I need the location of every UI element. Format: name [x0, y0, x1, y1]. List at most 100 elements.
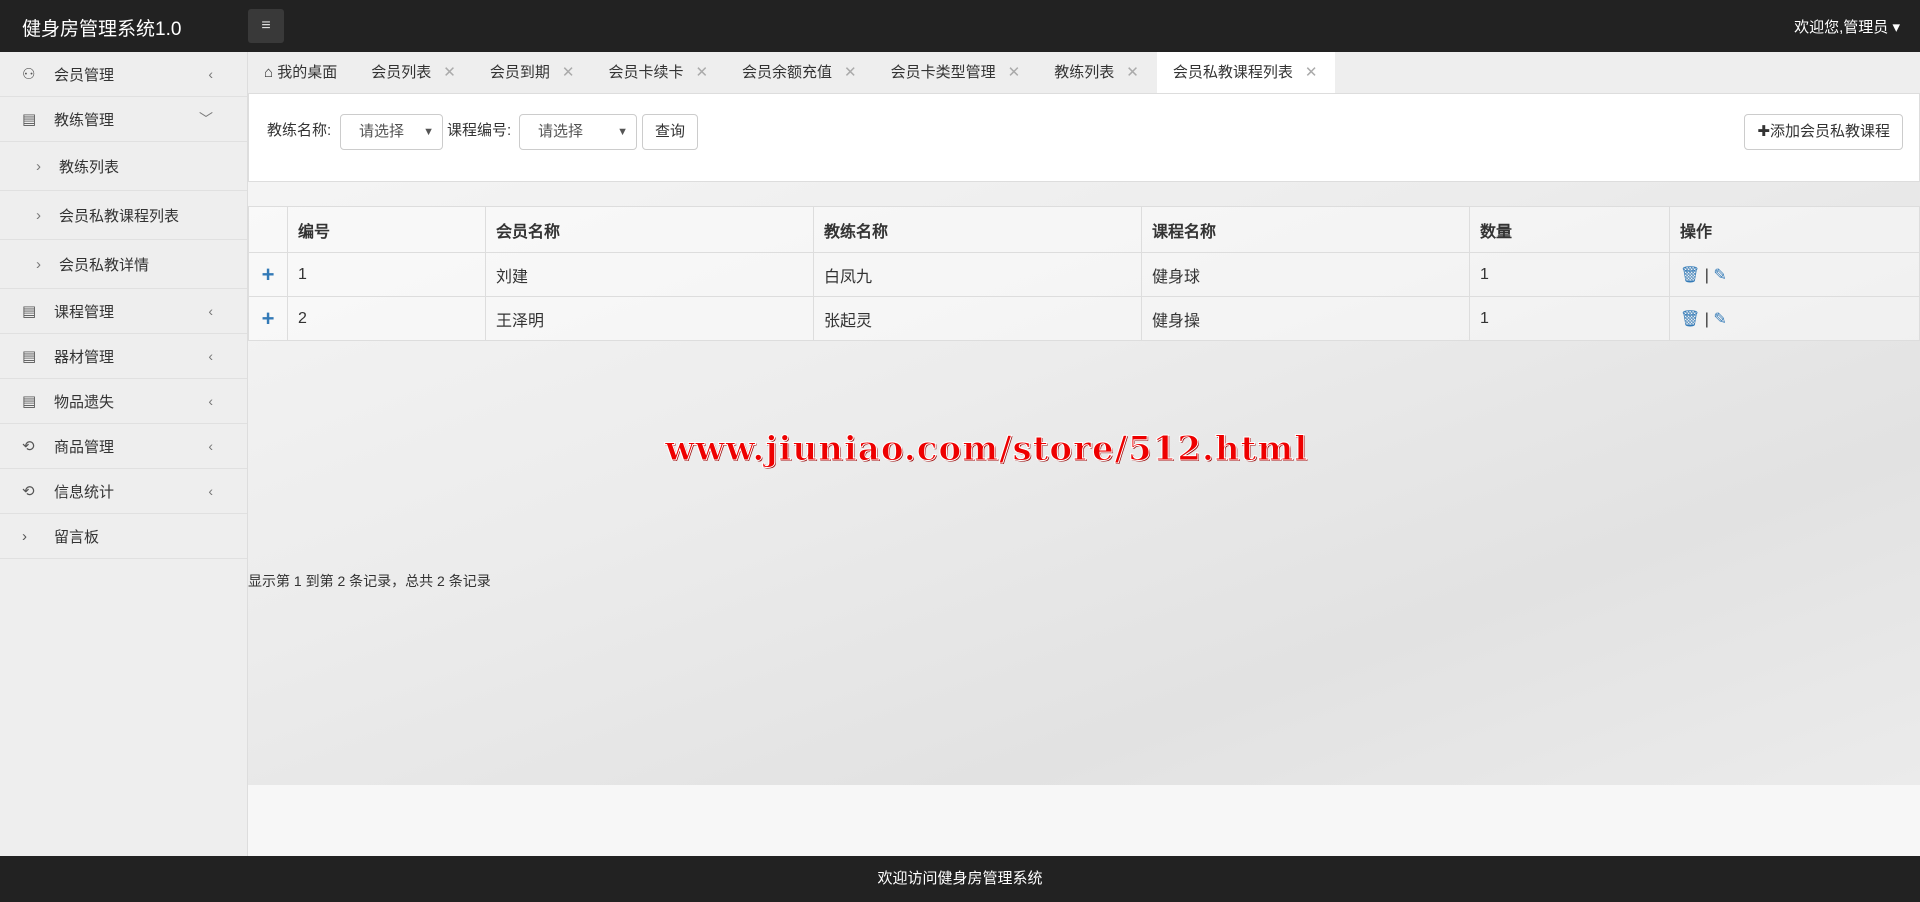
coach-name-select[interactable]: 请选择 ▼ — [340, 114, 443, 150]
chevron-down-icon: ﹀ — [199, 111, 213, 127]
course-number-select[interactable]: 请选择 ▼ — [519, 114, 637, 150]
chevron-left-icon: ‹ — [208, 66, 213, 82]
background-panel — [248, 785, 1920, 856]
plus-icon: ✚ — [1757, 123, 1770, 140]
chevron-left-icon: ‹ — [208, 438, 213, 454]
document-icon: ▤ — [22, 303, 37, 320]
main-content: 教练名称: 请选择 ▼ 课程编号: 请选择 ▼ 查询 ✚添加会员私教课程 编号 会员… — [248, 93, 1920, 856]
pagination-info: 显示第 1 到第 2 条记录，总共 2 条记录 — [248, 573, 491, 589]
chevron-down-icon: ▼ — [423, 126, 434, 138]
cycle-icon: ⟲ — [22, 438, 35, 455]
column-header[interactable]: 教练名称 — [813, 206, 1142, 253]
edit-pencil-icon[interactable]: ✎ — [1713, 267, 1726, 284]
select-value: 请选择 — [359, 123, 405, 140]
tab-label: 会员卡续卡 — [608, 64, 684, 81]
cell-id: 2 — [287, 296, 486, 341]
query-button[interactable]: 查询 — [642, 114, 699, 150]
sidebar-item-lost[interactable]: ▤ 物品遗失 ‹ — [0, 379, 247, 424]
tab-member-expire[interactable]: 会员到期 ✕ — [474, 52, 593, 93]
sidebar-item-stats[interactable]: ⟲ 信息统计 ‹ — [0, 469, 247, 514]
close-icon[interactable]: ✕ — [443, 64, 456, 81]
tab-private-course-list[interactable]: 会员私教课程列表 ✕ — [1156, 52, 1336, 93]
tab-balance-recharge[interactable]: 会员余额充值 ✕ — [726, 52, 875, 93]
close-icon[interactable]: ✕ — [844, 64, 857, 81]
chevron-right-icon: › — [36, 157, 41, 175]
chevron-right-icon: › — [36, 255, 41, 273]
tab-card-type[interactable]: 会员卡类型管理 ✕ — [875, 52, 1039, 93]
column-header[interactable]: 会员名称 — [485, 206, 814, 253]
tab-label: 会员到期 — [489, 64, 550, 81]
cell-actions: 🗑 | ✎ — [1669, 296, 1920, 341]
sidebar-item-equipment[interactable]: ▤ 器材管理 ‹ — [0, 334, 247, 379]
sidebar-item-label: 留言板 — [54, 528, 100, 546]
cell-course: 健身操 — [1141, 296, 1470, 341]
tab-label: 会员卡类型管理 — [890, 64, 996, 81]
cell-quantity: 1 — [1469, 252, 1670, 297]
footer: 欢迎访问健身房管理系统 — [0, 856, 1920, 902]
table-row: + 2 王泽明 张起灵 健身操 1 🗑 | ✎ — [248, 296, 1920, 341]
tab-coach-list[interactable]: 教练列表 ✕ — [1038, 52, 1157, 93]
caret-down-icon: ▾ — [1892, 19, 1900, 36]
cell-quantity: 1 — [1469, 296, 1670, 341]
top-navbar: 健身房管理系统1.0 ≡ 欢迎您,管理员 ▾ — [0, 0, 1920, 52]
cell-coach: 张起灵 — [813, 296, 1142, 341]
add-private-course-button[interactable]: ✚添加会员私教课程 — [1744, 114, 1903, 150]
column-header[interactable]: 课程名称 — [1141, 206, 1470, 253]
sidebar-item-label: 课程管理 — [54, 303, 115, 321]
table-header-row: 编号 会员名称 教练名称 课程名称 数量 操作 — [248, 206, 1920, 253]
chevron-down-icon: ▼ — [617, 126, 628, 138]
edit-pencil-icon[interactable]: ✎ — [1713, 311, 1726, 328]
user-icon: ⚇ — [22, 66, 36, 83]
close-icon[interactable]: ✕ — [1305, 64, 1318, 81]
close-icon[interactable]: ✕ — [1126, 64, 1139, 81]
course-number-label: 课程编号: — [447, 122, 512, 139]
column-header[interactable]: 编号 — [287, 206, 486, 253]
trash-icon[interactable]: 🗑 — [1680, 311, 1700, 328]
tab-desktop[interactable]: ⌂ 我的桌面 — [248, 52, 355, 93]
document-icon: ▤ — [22, 348, 37, 365]
close-icon[interactable]: ✕ — [695, 64, 708, 81]
sidebar-item-coach[interactable]: ▤ 教练管理 ﹀ — [0, 97, 247, 142]
cell-id: 1 — [287, 252, 486, 297]
chevron-right-icon: › — [36, 206, 41, 224]
expand-plus-icon[interactable]: + — [248, 252, 288, 297]
tab-label: 会员私教课程列表 — [1172, 64, 1293, 81]
chevron-right-icon: › — [22, 527, 27, 545]
filter-panel: 教练名称: 请选择 ▼ 课程编号: 请选择 ▼ 查询 ✚添加会员私教课程 — [248, 93, 1920, 182]
sidebar-item-label: 会员私教课程列表 — [59, 207, 180, 225]
trash-icon[interactable]: 🗑 — [1680, 267, 1700, 284]
user-greeting: 欢迎您,管理员 — [1794, 19, 1889, 36]
column-header: 操作 — [1669, 206, 1920, 253]
close-icon[interactable]: ✕ — [1008, 64, 1021, 81]
cycle-icon: ⟲ — [22, 483, 35, 500]
button-label: 添加会员私教课程 — [1769, 123, 1890, 140]
sidebar-item-course[interactable]: ▤ 课程管理 ‹ — [0, 289, 247, 334]
tab-label: 我的桌面 — [277, 64, 338, 81]
tab-card-renew[interactable]: 会员卡续卡 ✕ — [592, 52, 726, 93]
sidebar-subitem-private-course-list[interactable]: › 会员私教课程列表 — [0, 191, 247, 240]
chevron-left-icon: ‹ — [208, 303, 213, 319]
tab-member-list[interactable]: 会员列表 ✕ — [355, 52, 474, 93]
menu-toggle-button[interactable]: ≡ — [248, 9, 284, 43]
cell-course: 健身球 — [1141, 252, 1470, 297]
sidebar-item-messages[interactable]: › 留言板 — [0, 514, 247, 559]
close-icon[interactable]: ✕ — [562, 64, 575, 81]
sidebar-subitem-coach-list[interactable]: › 教练列表 — [0, 142, 247, 191]
document-icon: ▤ — [22, 393, 37, 410]
expand-header — [248, 206, 288, 253]
cell-actions: 🗑 | ✎ — [1669, 252, 1920, 297]
select-value: 请选择 — [538, 123, 584, 140]
sidebar-item-goods[interactable]: ⟲ 商品管理 ‹ — [0, 424, 247, 469]
sidebar-subitem-private-detail[interactable]: › 会员私教详情 — [0, 240, 247, 289]
sidebar-item-label: 会员管理 — [54, 66, 115, 84]
sidebar-item-label: 物品遗失 — [54, 393, 115, 411]
sidebar-item-member[interactable]: ⚇ 会员管理 ‹ — [0, 52, 247, 97]
tab-bar: ⌂ 我的桌面 会员列表 ✕ 会员到期 ✕ 会员卡续卡 ✕ 会员余额充值 ✕ 会员卡类型管… — [248, 52, 1920, 93]
expand-plus-icon[interactable]: + — [248, 296, 288, 341]
watermark: www.jiuniao.com/store/512.html — [664, 429, 1309, 470]
cell-member: 王泽明 — [485, 296, 814, 341]
column-header[interactable]: 数量 — [1469, 206, 1670, 253]
tab-label: 会员列表 — [371, 64, 432, 81]
private-course-table: 编号 会员名称 教练名称 课程名称 数量 操作 + 1 刘建 白凤九 健身球 1… — [248, 206, 1920, 341]
user-menu[interactable]: 欢迎您,管理员 ▾ — [1794, 16, 1900, 37]
